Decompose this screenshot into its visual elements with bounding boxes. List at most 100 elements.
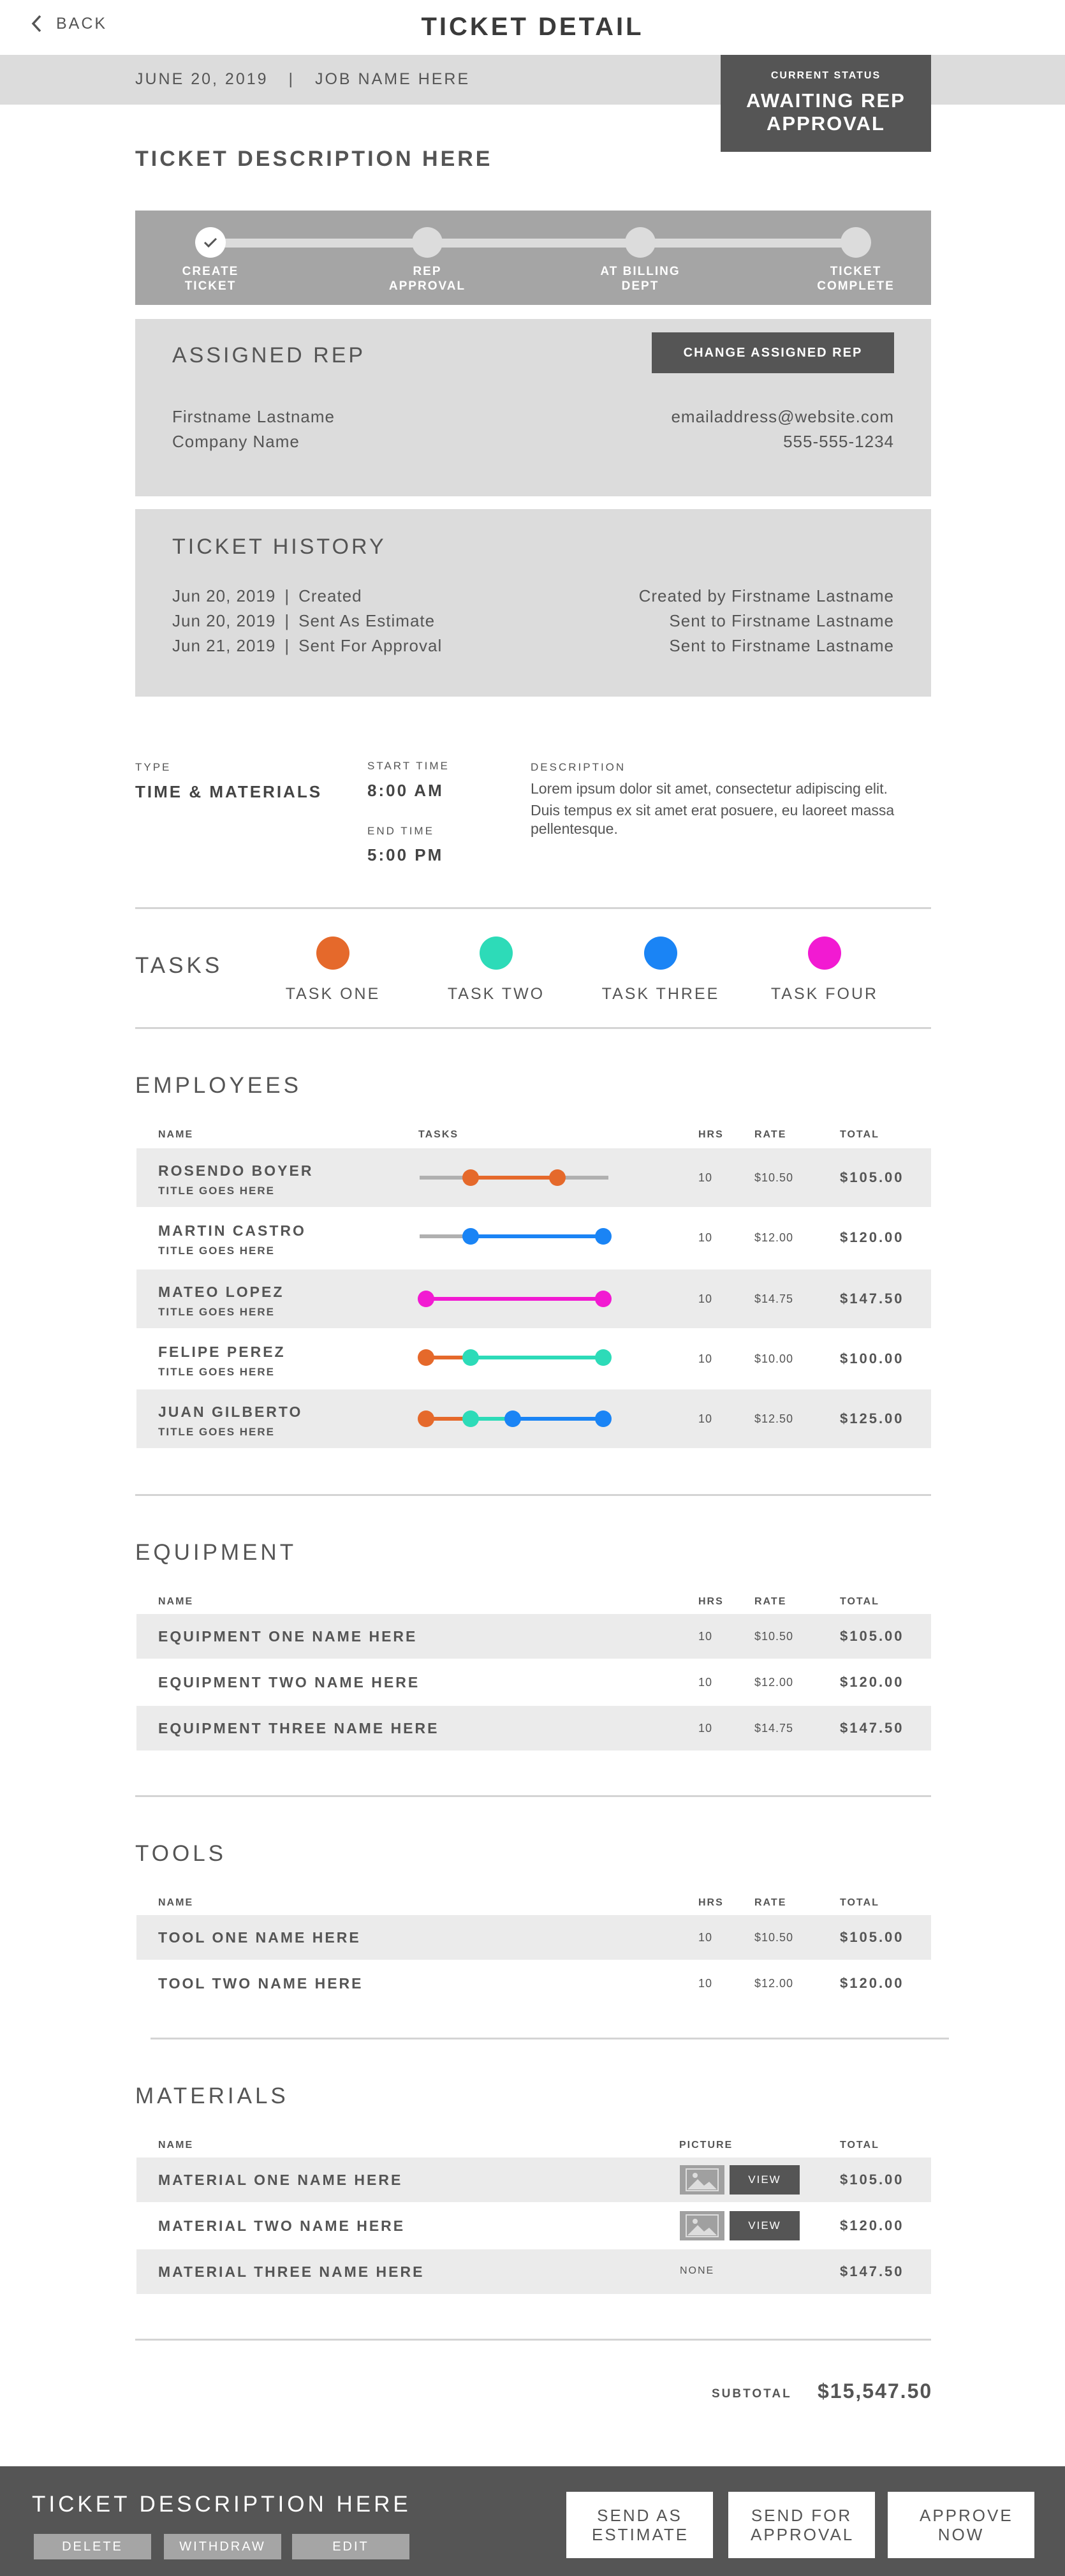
task-color-dot — [480, 936, 513, 970]
task-label: TASK TWO — [447, 985, 545, 1003]
equipment-title: EQUIPMENT — [135, 1540, 297, 1565]
material-total: $105.00 — [840, 2172, 904, 2187]
step-label: REP APPROVAL — [388, 265, 466, 293]
table-row[interactable]: EQUIPMENT ONE NAME HERE 10 $10.50 $105.0… — [136, 1614, 931, 1659]
employee-rate: $10.00 — [754, 1352, 794, 1365]
view-picture-button[interactable]: VIEW — [730, 2165, 800, 2195]
tool-name: TOOL ONE NAME HERE — [158, 1929, 361, 1946]
task-three[interactable]: TASK THREE — [597, 936, 724, 1003]
table-row[interactable]: TOOL TWO NAME HERE 10 $12.00 $120.00 — [136, 1961, 931, 2006]
delete-button[interactable]: DELETE — [34, 2534, 151, 2559]
col-total: TOTAL — [840, 1897, 879, 1908]
material-total: $147.50 — [840, 2263, 904, 2279]
tool-total: $120.00 — [840, 1975, 904, 1991]
table-row[interactable]: EQUIPMENT TWO NAME HERE 10 $12.00 $120.0… — [136, 1660, 931, 1705]
withdraw-button[interactable]: WITHDRAW — [164, 2534, 281, 2559]
step-label: TICKET COMPLETE — [817, 265, 895, 293]
table-row[interactable]: MATERIAL THREE NAME HERE NONE $147.50 — [136, 2249, 931, 2294]
check-icon — [203, 237, 217, 248]
equipment-rate: $12.00 — [754, 1676, 794, 1689]
employee-title: TITLE GOES HERE — [158, 1185, 275, 1197]
equipment-name: EQUIPMENT ONE NAME HERE — [158, 1628, 418, 1645]
step-label: CREATE TICKET — [182, 265, 239, 293]
send-as-estimate-button[interactable]: SEND AS ESTIMATE — [566, 2492, 713, 2558]
change-assigned-rep-button[interactable]: CHANGE ASSIGNED REP — [652, 332, 894, 373]
material-name: MATERIAL TWO NAME HERE — [158, 2217, 406, 2234]
task-label: TASK THREE — [601, 985, 720, 1003]
equipment-total: $120.00 — [840, 1674, 904, 1690]
image-placeholder-icon — [680, 2165, 724, 2195]
task-two[interactable]: TASK TWO — [432, 936, 560, 1003]
col-total: TOTAL — [840, 2140, 879, 2150]
start-time-value: 8:00 AM — [367, 781, 444, 800]
col-total: TOTAL — [840, 1596, 879, 1607]
edit-button[interactable]: EDIT — [292, 2534, 409, 2559]
tool-total: $105.00 — [840, 1929, 904, 1945]
employee-name: JUAN GILBERTO — [158, 1403, 303, 1420]
history-action: Sent For Approval — [298, 636, 443, 655]
employee-hrs: 10 — [698, 1231, 713, 1244]
table-row[interactable]: MATERIAL TWO NAME HERE VIEW $120.00 — [136, 2203, 931, 2248]
col-total: TOTAL — [840, 1129, 879, 1140]
table-row[interactable]: JUAN GILBERTO TITLE GOES HERE 10 $12.50 $… — [136, 1389, 931, 1448]
task-label: TASK ONE — [285, 985, 381, 1003]
tool-hrs: 10 — [698, 1931, 713, 1944]
employee-rate: $12.00 — [754, 1231, 794, 1244]
footer-ticket-title: TICKET DESCRIPTION HERE — [32, 2492, 411, 2517]
col-name: NAME — [158, 1129, 194, 1140]
employee-rate: $14.75 — [754, 1292, 794, 1305]
table-row[interactable]: MATEO LOPEZ TITLE GOES HERE 10 $14.75 $14… — [136, 1269, 931, 1328]
info-separator: | — [288, 70, 295, 88]
employee-total: $120.00 — [840, 1229, 904, 1245]
send-as-estimate-label: SEND AS ESTIMATE — [592, 2506, 689, 2544]
job-name: JOB NAME HERE — [314, 70, 471, 88]
history-entry: Jun 21, 2019 | Sent For Approval Sent to F… — [172, 633, 894, 658]
task-timeline — [418, 1291, 612, 1307]
task-timeline — [418, 1349, 612, 1366]
step-at-billing: AT BILLING DEPT — [577, 227, 704, 293]
table-row[interactable]: FELIPE PEREZ TITLE GOES HERE 10 $10.00 $1… — [136, 1328, 931, 1387]
table-row[interactable]: MARTIN CASTRO TITLE GOES HERE 10 $12.00 $… — [136, 1207, 931, 1266]
approve-now-label: APPROVE NOW — [920, 2506, 1013, 2544]
table-row[interactable]: ROSENDO BOYER TITLE GOES HERE 10 $10.50 $… — [136, 1148, 931, 1207]
employee-total: $105.00 — [840, 1169, 904, 1185]
employee-total: $100.00 — [840, 1351, 904, 1366]
task-four[interactable]: TASK FOUR — [761, 936, 888, 1003]
rep-name: Firstname Lastname — [172, 407, 335, 426]
equipment-rate: $14.75 — [754, 1722, 794, 1735]
divider — [151, 2038, 949, 2039]
view-picture-button[interactable]: VIEW — [730, 2211, 800, 2240]
tool-rate: $12.00 — [754, 1977, 794, 1990]
employee-title: TITLE GOES HERE — [158, 1366, 275, 1378]
col-picture: PICTURE — [679, 2140, 733, 2150]
rep-contact-right: emailaddress@website.com 555-555-1234 — [574, 404, 894, 454]
history-date: Jun 20, 2019 — [172, 586, 276, 605]
divider — [135, 1795, 931, 1797]
col-name: NAME — [158, 1596, 194, 1607]
material-name: MATERIAL ONE NAME HERE — [158, 2172, 403, 2188]
ticket-date: JUNE 20, 2019 — [135, 70, 268, 88]
send-for-approval-button[interactable]: SEND FOR APPROVAL — [728, 2492, 875, 2558]
task-color-dot — [644, 936, 677, 970]
col-rate: RATE — [754, 1897, 787, 1908]
employee-rate: $10.50 — [754, 1171, 794, 1184]
employee-title: TITLE GOES HERE — [158, 1426, 275, 1438]
tool-name: TOOL TWO NAME HERE — [158, 1975, 364, 1992]
status-badge: CURRENT STATUS AWAITING REP APPROVAL — [721, 55, 931, 152]
employee-name: ROSENDO BOYER — [158, 1162, 314, 1179]
description-line: Duis tempus ex sit amet erat posuere, eu… — [531, 802, 895, 837]
approve-now-button[interactable]: APPROVE NOW — [888, 2492, 1034, 2558]
table-row[interactable]: TOOL ONE NAME HERE 10 $10.50 $105.00 — [136, 1915, 931, 1960]
step-label: AT BILLING DEPT — [600, 265, 680, 293]
table-row[interactable]: EQUIPMENT THREE NAME HERE 10 $14.75 $147… — [136, 1706, 931, 1751]
equipment-name: EQUIPMENT TWO NAME HERE — [158, 1674, 420, 1691]
divider — [135, 1494, 931, 1496]
table-row[interactable]: MATERIAL ONE NAME HERE VIEW $105.00 — [136, 2158, 931, 2202]
employee-hrs: 10 — [698, 1352, 713, 1365]
col-tasks: TASKS — [418, 1129, 459, 1140]
equipment-name: EQUIPMENT THREE NAME HERE — [158, 1720, 439, 1736]
task-label: TASK FOUR — [770, 985, 879, 1003]
type-value: TIME & MATERIALS — [135, 782, 323, 801]
task-one[interactable]: TASK ONE — [269, 936, 397, 1003]
subtotal-label: SUBTOTAL — [712, 2387, 792, 2401]
